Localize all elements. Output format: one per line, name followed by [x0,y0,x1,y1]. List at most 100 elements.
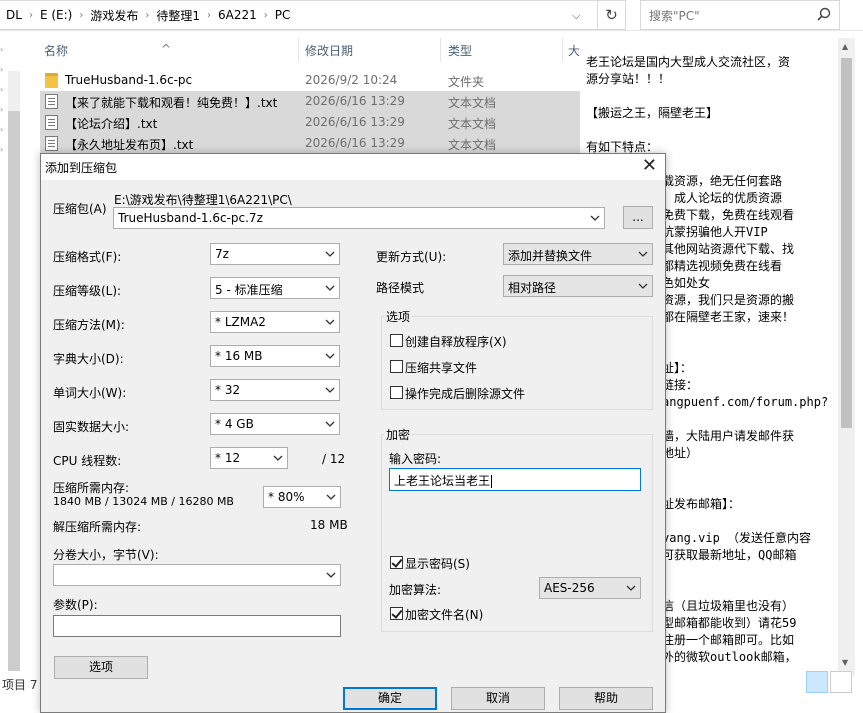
column-divider[interactable] [440,38,441,62]
split-combo[interactable] [53,564,341,586]
file-date: 2026/6/16 13:29 [305,94,405,108]
update-select[interactable]: 添加并替换文件 [503,243,653,265]
chevron-down-icon [626,585,636,591]
word-select[interactable]: * 32 [210,379,340,401]
cancel-button[interactable]: 取消 [451,687,545,710]
file-row[interactable]: 【永久地址发布页】.txt 2026/6/16 13:29 文本文档 [40,133,580,154]
method-select[interactable]: * LZMA2 [210,311,340,333]
shared-checkbox[interactable] [390,360,403,373]
chevron-right-icon: › [263,9,268,21]
preview-text-line: 免费下载，免费在线观看 [662,208,795,222]
breadcrumb-item[interactable]: 游戏发布 [88,7,140,24]
column-divider[interactable] [562,38,563,62]
chevron-down-icon [325,421,335,427]
method-value: * LZMA2 [215,315,266,329]
password-label: 输入密码: [389,452,442,466]
breadcrumb-item[interactable]: PC [273,8,293,22]
cpu-select[interactable]: * 12 [210,447,288,469]
breadcrumb-item[interactable]: 待整理1 [154,7,202,24]
archive-path: E:\游戏发布\待整理1\6A221\PC\ [114,193,292,207]
column-date[interactable]: 修改日期 [305,42,353,59]
preview-text-line: 注册一个邮箱即可。比如 [662,633,795,647]
refresh-button[interactable]: ↻ [598,0,626,30]
scroll-up-icon[interactable]: ▲ [842,42,848,51]
cpu-value: * 12 [215,451,241,465]
dict-label: 字典大小(D): [53,352,124,366]
column-name[interactable]: 名称 [44,42,68,59]
breadcrumb-item[interactable]: 6A221 [216,8,259,22]
refresh-icon: ↻ [605,6,618,24]
file-name: 【永久地址发布页】.txt [65,138,194,152]
help-button[interactable]: 帮助 [559,687,653,710]
text-file-icon [45,115,58,130]
file-date: 2026/6/16 13:29 [305,115,405,129]
level-select[interactable]: 5 - 标准压缩 [210,277,340,299]
browse-button[interactable]: ... [623,206,653,229]
word-value: * 32 [215,383,241,397]
breadcrumb-item[interactable]: DL [4,8,24,22]
chevron-down-icon[interactable]: ⌵ [572,9,580,23]
encrypt-names-checkbox[interactable] [390,607,403,620]
archive-name-combo[interactable]: TrueHusband-1.6c-pc.7z [113,207,605,229]
show-password-checkbox[interactable] [390,556,403,569]
dialog-title: 添加到压缩包 [45,161,118,175]
scroll-down-icon[interactable]: ▼ [842,658,848,667]
dict-select[interactable]: * 16 MB [210,345,340,367]
preview-text-line: 源分享站！！！ [586,72,671,86]
preview-text-line: 、成人论坛的优质资源 [662,191,783,205]
sfx-label[interactable]: 创建自释放程序(X) [405,333,507,350]
enc-method-value: AES-256 [544,581,595,595]
enc-method-select[interactable]: AES-256 [539,577,641,599]
options-group-title: 选项 [384,308,413,325]
update-value: 添加并替换文件 [508,249,593,263]
expand-arrow-icon: › [0,105,4,114]
chevron-down-icon [326,572,336,578]
large-icons-view-button[interactable] [830,671,852,693]
delete-checkbox[interactable] [390,386,403,399]
shared-label[interactable]: 压缩共享文件 [405,359,477,376]
file-row[interactable]: 【论坛介绍】.txt 2026/6/16 13:29 文本文档 [40,112,580,133]
mem-percent-select[interactable]: * 80% [263,486,341,508]
chevron-down-icon [325,387,335,393]
solid-label: 固实数据大小: [53,420,130,434]
dialog-titlebar[interactable]: 添加到压缩包 ✕ [41,154,665,180]
show-password-label[interactable]: 显示密码(S) [405,555,470,572]
search-input[interactable]: 搜索"PC" [640,0,840,30]
text-caret [491,475,493,488]
delete-label[interactable]: 操作完成后删除源文件 [405,385,525,402]
preview-text-line: 信（且垃圾箱里也没有） [662,599,795,613]
solid-select[interactable]: * 4 GB [210,413,340,435]
column-divider[interactable] [298,38,299,62]
sfx-checkbox[interactable] [390,334,403,347]
password-input[interactable]: 上老王论坛当老王 [389,468,641,491]
close-icon[interactable]: ✕ [642,155,657,176]
mem-comp-detail: 1840 MB / 13024 MB / 16280 MB [53,495,234,508]
format-select[interactable]: 7z [210,243,340,265]
file-type: 文本文档 [448,117,497,131]
file-row[interactable]: 【来了就能下载和观看！纯免费！】.txt 2026/6/16 13:29 文本文… [40,91,580,112]
breadcrumb-item[interactable]: E (E:) [38,8,74,22]
pathmode-select[interactable]: 相对路径 [503,275,653,297]
nav-scrollbar-thumb[interactable] [8,111,20,671]
params-input[interactable] [53,615,341,637]
breadcrumb[interactable]: DL › E (E:) › 游戏发布 › 待整理1 › 6A221 › PC ⌵ [0,0,598,30]
format-label: 压缩格式(F): [53,250,122,264]
preview-text-line: 址】： [662,361,693,375]
ok-button[interactable]: 确定 [343,687,437,710]
enc-method-label: 加密算法: [389,583,442,597]
file-row[interactable]: TrueHusband-1.6c-pc 2026/9/2 10:24 文件夹 [40,70,580,91]
file-type: 文本文档 [448,138,497,152]
encrypt-names-label[interactable]: 加密文件名(N) [405,606,483,623]
split-label: 分卷大小，字节(V): [53,548,159,562]
column-size[interactable]: 大 [568,42,580,59]
preview-text-line: 墙，大陆用户请发邮件获 [662,429,795,443]
preview-text-line: 都在隔壁老王家，速来！ [662,310,795,324]
details-view-button[interactable] [806,671,828,693]
chevron-right-icon: › [145,9,150,21]
preview-scrollbar[interactable]: ▲ ▼ [838,38,855,676]
column-type[interactable]: 类型 [448,42,472,59]
options-button[interactable]: 选项 [54,656,148,679]
preview-text-line: angpuenf.com/forum.php? [662,395,829,409]
scrollbar-thumb[interactable] [841,58,852,428]
chevron-down-icon [326,494,336,500]
